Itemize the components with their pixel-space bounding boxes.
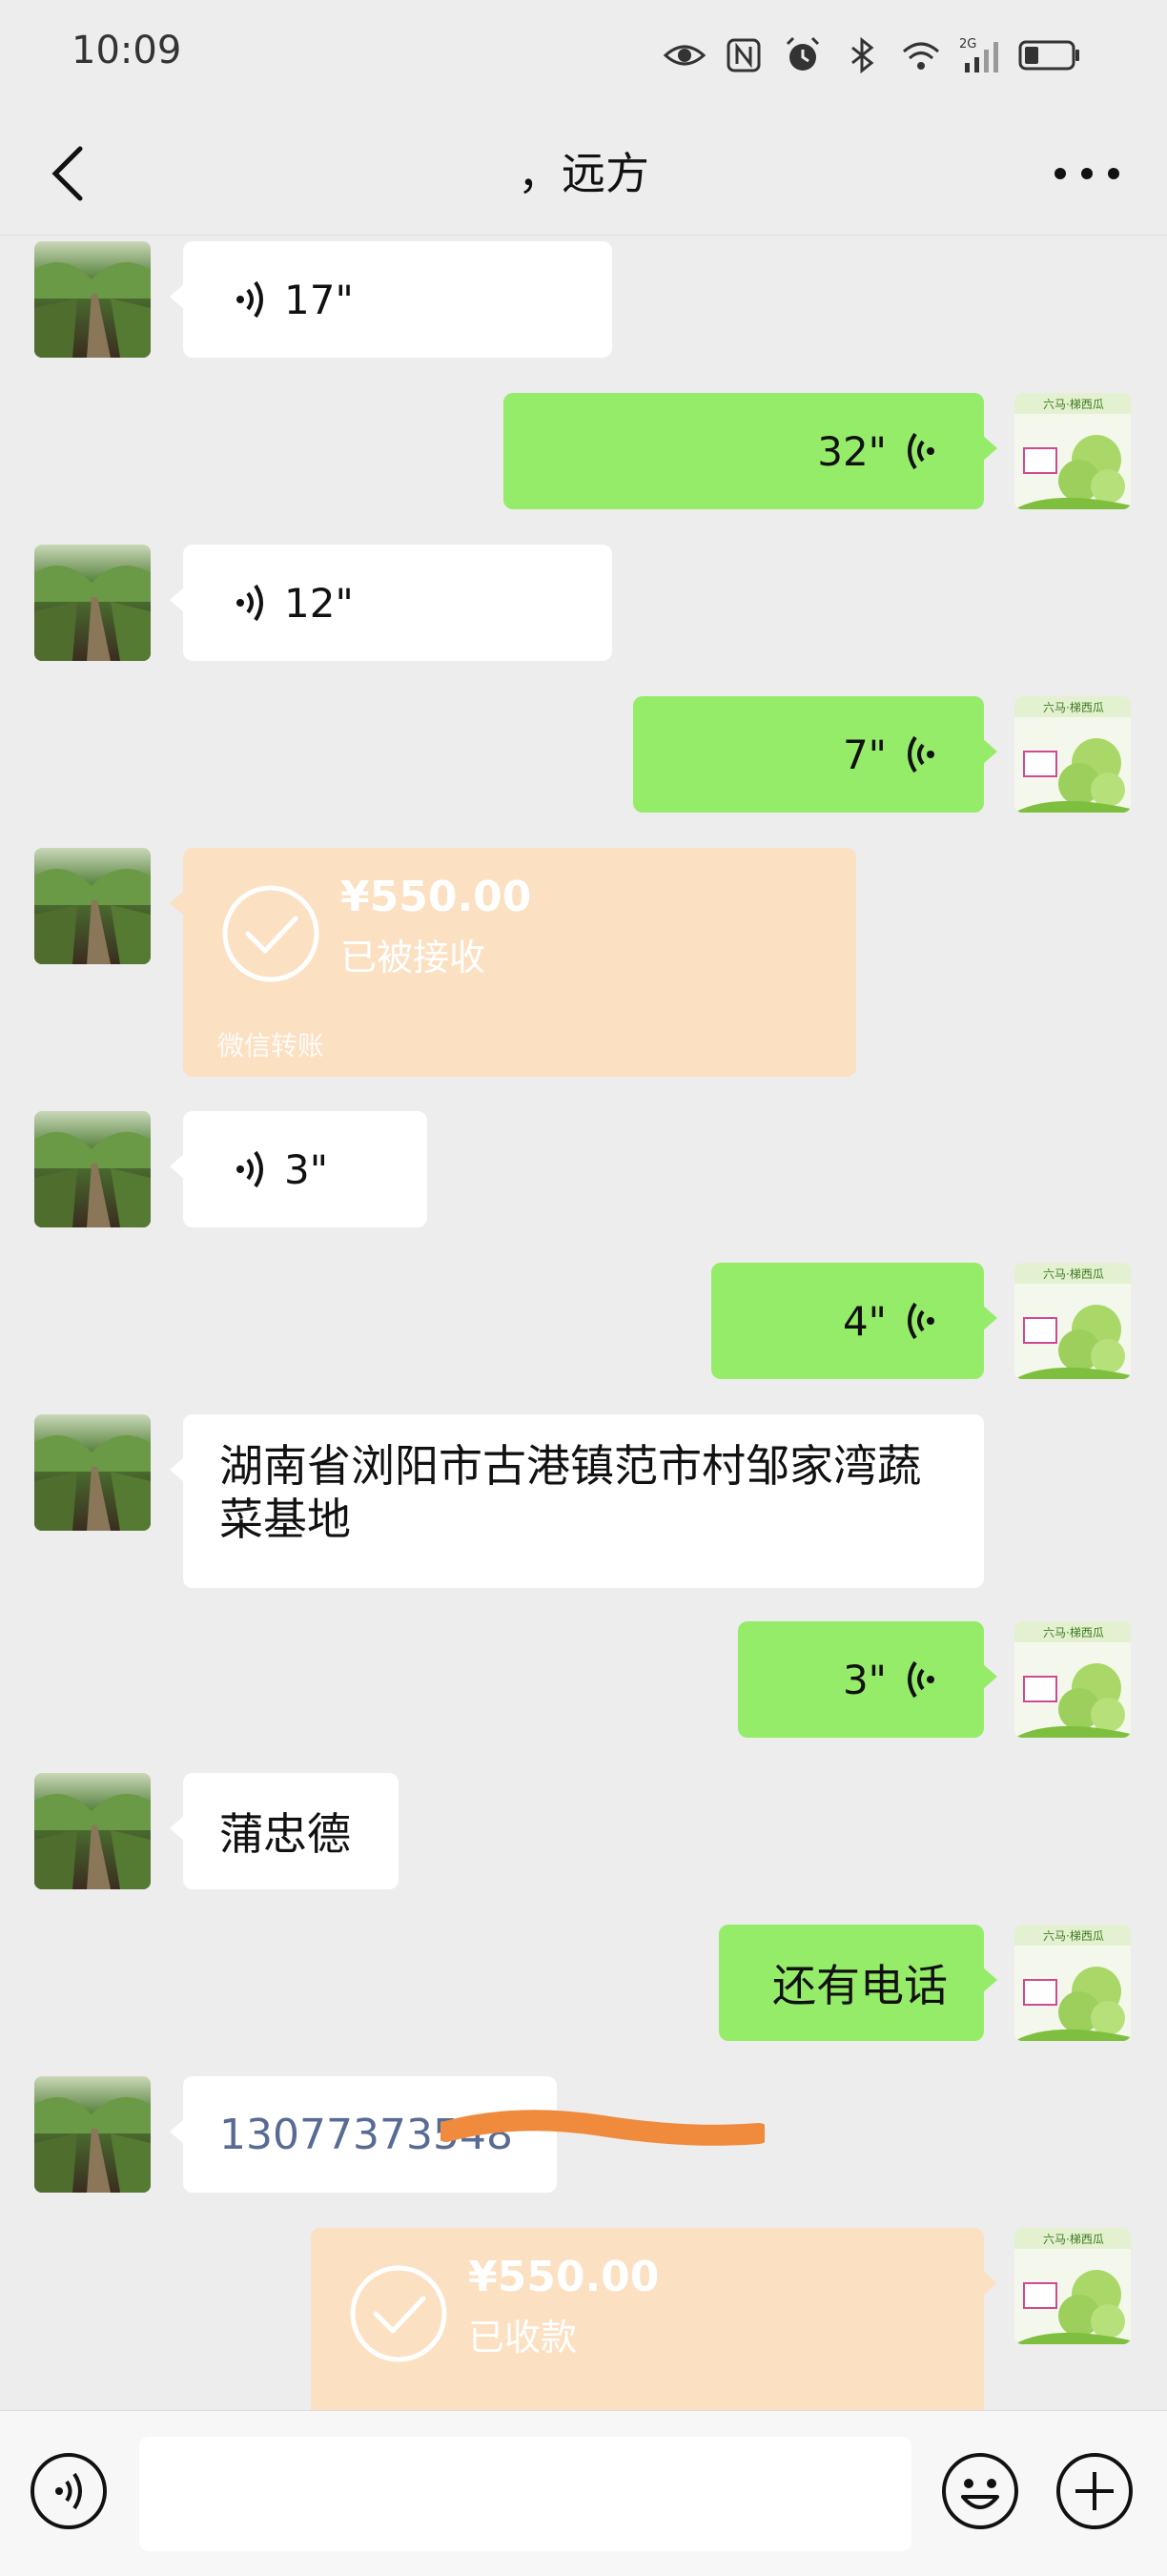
voice-wave-icon xyxy=(908,432,934,470)
contact-avatar[interactable] xyxy=(34,1414,151,1531)
transfer-card[interactable]: ¥550.00 已被接收 微信转账 xyxy=(170,848,856,1077)
voice-wave-icon xyxy=(236,584,263,622)
redaction-scribble xyxy=(440,2110,765,2146)
alarm-icon xyxy=(786,36,820,71)
status-icons: 2G xyxy=(664,34,1081,76)
input-bar xyxy=(0,2410,1167,2576)
contact-avatar[interactable] xyxy=(34,1111,151,1227)
text-message-bubble[interactable]: 蒲忠德 xyxy=(170,1773,399,1889)
voice-wave-icon xyxy=(236,280,263,319)
transfer-footer: 微信转账 xyxy=(217,1030,325,1061)
transfer-amount: ¥550.00 xyxy=(340,873,532,921)
nfc-icon xyxy=(727,38,761,72)
voice-duration: 32" xyxy=(817,427,887,475)
svg-text:六马·梯西瓜: 六马·梯西瓜 xyxy=(1043,701,1104,714)
check-circle-icon xyxy=(222,885,319,982)
my-avatar[interactable]: 六马·梯西瓜 xyxy=(1014,2228,1131,2344)
voice-duration: 17" xyxy=(284,276,354,323)
voice-message-bubble[interactable]: 17" xyxy=(170,241,612,358)
contact-avatar[interactable] xyxy=(34,2076,151,2193)
voice-message-bubble[interactable]: 12" xyxy=(170,545,612,661)
message-text: 湖南省浏阳市古港镇范市村邹家湾蔬菜基地 xyxy=(219,1440,921,1545)
voice-message-bubble[interactable]: 3" xyxy=(170,1111,427,1227)
emoji-icon[interactable] xyxy=(940,2451,1020,2531)
chat-header: ，远方 xyxy=(0,113,1167,236)
my-avatar[interactable]: 六马·梯西瓜 xyxy=(1014,696,1131,813)
svg-text:六马·梯西瓜: 六马·梯西瓜 xyxy=(1043,398,1104,411)
eye-icon xyxy=(664,45,706,66)
message-input[interactable] xyxy=(139,2437,911,2551)
more-dots-icon[interactable] xyxy=(1049,149,1125,198)
voice-duration: 3" xyxy=(842,1656,887,1703)
network-label: 2G xyxy=(959,37,976,52)
svg-text:六马·梯西瓜: 六马·梯西瓜 xyxy=(1043,1626,1104,1639)
contact-avatar[interactable] xyxy=(34,848,151,964)
my-avatar[interactable]: 六马·梯西瓜 xyxy=(1014,1925,1131,2041)
bluetooth-icon xyxy=(851,36,874,74)
voice-message-bubble[interactable]: 7" xyxy=(633,696,997,813)
text-message-bubble[interactable]: 湖南省浏阳市古港镇范市村邹家湾蔬菜基地 xyxy=(170,1414,984,1588)
battery-icon xyxy=(1018,40,1079,71)
status-time: 10:09 xyxy=(72,29,182,72)
voice-message-bubble[interactable]: 4" xyxy=(711,1263,997,1379)
voice-duration: 7" xyxy=(842,731,887,778)
svg-text:六马·梯西瓜: 六马·梯西瓜 xyxy=(1043,1929,1104,1943)
voice-mode-icon[interactable] xyxy=(29,2451,109,2531)
my-avatar[interactable]: 六马·梯西瓜 xyxy=(1014,393,1131,509)
wifi-icon xyxy=(903,42,939,70)
signal-icon: 2G xyxy=(959,37,998,72)
contact-avatar[interactable] xyxy=(34,1773,151,1889)
voice-duration: 4" xyxy=(842,1297,887,1345)
contact-avatar[interactable] xyxy=(34,545,151,661)
my-avatar[interactable]: 六马·梯西瓜 xyxy=(1014,1621,1131,1738)
check-circle-icon xyxy=(350,2265,447,2362)
voice-message-bubble[interactable]: 32" xyxy=(503,393,997,509)
phone-message-bubble[interactable]: 13077373548 xyxy=(170,2076,765,2193)
transfer-status: 已被接收 xyxy=(340,937,486,979)
message-text: 还有电话 xyxy=(772,1960,948,2011)
voice-message-bubble[interactable]: 3" xyxy=(738,1621,997,1738)
transfer-amount: ¥550.00 xyxy=(468,2253,660,2301)
svg-text:六马·梯西瓜: 六马·梯西瓜 xyxy=(1043,2233,1104,2246)
voice-duration: 3" xyxy=(284,1145,329,1193)
contact-avatar[interactable] xyxy=(34,241,151,358)
my-avatar[interactable]: 六马·梯西瓜 xyxy=(1014,1263,1131,1379)
message-list[interactable]: 17" 32" 六马·梯西瓜 12" 7" 六马·梯西瓜 ¥550.00 已被接… xyxy=(0,236,1167,2410)
transfer-status: 已收款 xyxy=(468,2317,578,2359)
voice-duration: 12" xyxy=(284,579,354,627)
voice-wave-icon xyxy=(908,735,934,773)
transfer-card[interactable]: ¥550.00 已收款 xyxy=(311,2228,997,2410)
voice-wave-icon xyxy=(908,1660,934,1699)
text-message-bubble[interactable]: 还有电话 xyxy=(719,1925,997,2041)
message-text: 蒲忠德 xyxy=(219,1808,351,1860)
plus-icon[interactable] xyxy=(1054,2451,1135,2531)
svg-text:六马·梯西瓜: 六马·梯西瓜 xyxy=(1043,1267,1104,1281)
chat-title: ，远方 xyxy=(518,148,649,199)
voice-wave-icon xyxy=(908,1302,934,1340)
voice-wave-icon xyxy=(236,1150,263,1188)
status-bar: 10:09 2G xyxy=(0,0,1167,113)
